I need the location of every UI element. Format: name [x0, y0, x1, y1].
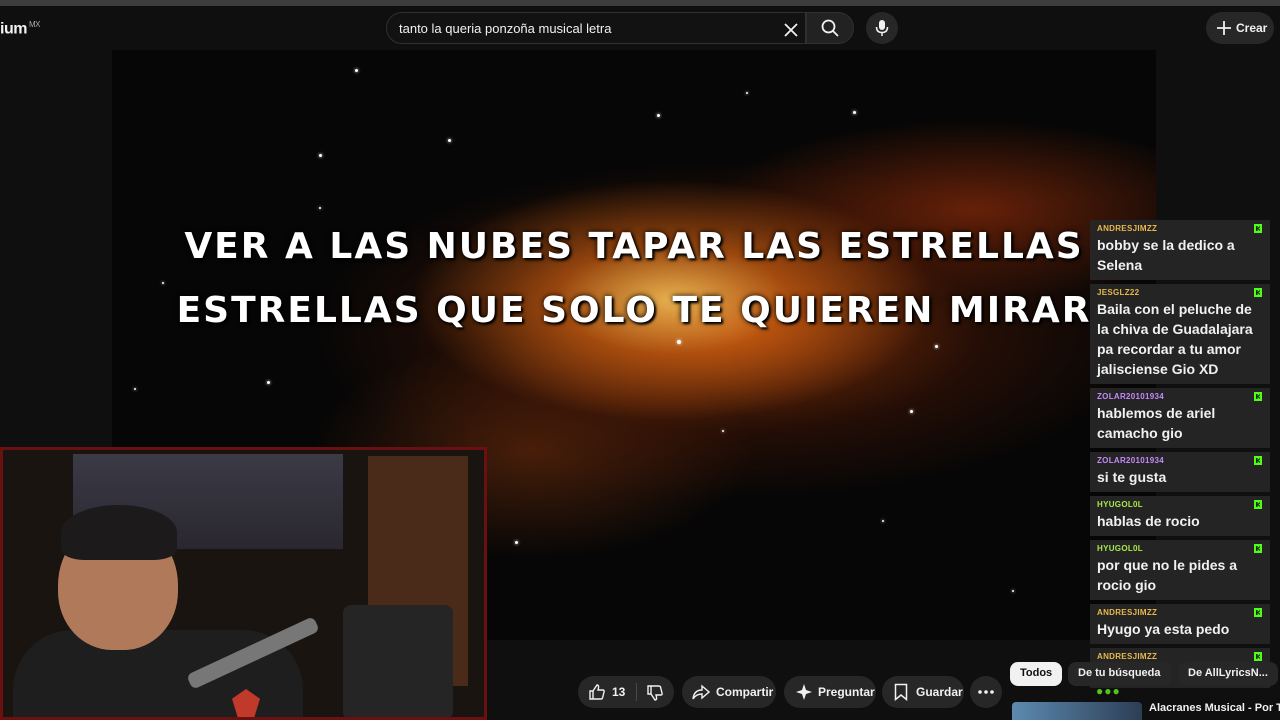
chat-username: HYUGOL0L [1097, 544, 1143, 553]
chat-text: por que no le pides a rocio gio [1097, 557, 1238, 593]
logo-text: ium [0, 20, 27, 38]
close-icon [784, 23, 798, 37]
chip-from-channel[interactable]: De AllLyricsN... [1178, 662, 1278, 686]
recommendation-title[interactable]: Alacranes Musical - Por Tu [1149, 702, 1280, 714]
create-label: Crear [1236, 21, 1268, 35]
thumbs-up-icon [589, 684, 605, 700]
webcam-overlay [0, 447, 487, 720]
chat-text: Hyugo ya esta pedo [1097, 621, 1230, 637]
ask-label: Preguntar [818, 685, 875, 699]
logo-region: MX [28, 20, 41, 29]
search-icon [821, 19, 839, 37]
more-actions-button[interactable] [970, 676, 1002, 708]
recommendation-thumbnail[interactable] [1012, 702, 1142, 720]
chat-message: HYUGOL0L por que no le pides a rocio gio [1090, 540, 1270, 600]
thumbs-down-icon [647, 685, 663, 701]
chat-overlay: ANDRESJIMZZ bobby se la dedico a Selena … [1090, 220, 1270, 720]
chat-message: ZOLAR20101934 hablemos de ariel camacho … [1090, 388, 1270, 448]
kick-badge-icon [1254, 544, 1262, 553]
bookmark-icon [894, 683, 908, 701]
chat-message: ANDRESJIMZZ Hyugo ya esta pedo [1090, 604, 1270, 644]
create-button[interactable]: Crear [1206, 12, 1274, 44]
chat-username: ANDRESJIMZZ [1097, 608, 1158, 617]
chat-message: ZOLAR20101934 si te gusta [1090, 452, 1270, 492]
streamer-hair [61, 505, 177, 560]
kick-badge-icon [1254, 608, 1262, 617]
share-icon [692, 684, 710, 700]
kick-badge-icon [1254, 456, 1262, 465]
chat-username: ANDRESJIMZZ [1097, 224, 1158, 233]
chat-username: ZOLAR20101934 [1097, 392, 1165, 401]
share-label: Compartir [716, 685, 774, 699]
chip-from-search[interactable]: De tu búsqueda [1068, 662, 1171, 686]
chat-message: HYUGOL0L hablas de rocio [1090, 496, 1270, 536]
logo[interactable]: ium MX [0, 20, 40, 38]
chat-text: hablas de rocio [1097, 513, 1200, 529]
like-count: 13 [612, 685, 626, 699]
kick-badge-icon [1254, 652, 1262, 661]
chat-username: ZOLAR20101934 [1097, 456, 1165, 465]
dislike-button[interactable] [638, 676, 674, 708]
kick-badge-icon [1254, 288, 1262, 297]
chat-message: ANDRESJIMZZ bobby se la dedico a Selena [1090, 220, 1270, 280]
search-input[interactable]: tanto la queria ponzoña musical letra [399, 21, 611, 36]
like-dislike-group: 13 [578, 676, 674, 708]
chat-text: Baila con el peluche de la chiva de Guad… [1097, 301, 1253, 377]
save-label: Guardar [916, 685, 963, 699]
kick-badge-icon [1254, 500, 1262, 509]
lyric-line-1: VER A LAS NUBES TAPAR LAS ESTRELLAS [184, 226, 1084, 267]
kick-badge-icon [1254, 224, 1262, 233]
plus-icon [1217, 21, 1231, 35]
search-button[interactable] [806, 12, 854, 44]
search-box[interactable]: tanto la queria ponzoña musical letra [386, 12, 806, 44]
clear-search-button[interactable] [776, 15, 806, 45]
chat-text: hablemos de ariel camacho gio [1097, 405, 1216, 441]
share-button[interactable]: Compartir [682, 676, 776, 708]
chat-text: bobby se la dedico a Selena [1097, 237, 1235, 273]
chat-username: ANDRESJIMZZ [1097, 652, 1158, 661]
background-chair [343, 605, 453, 717]
save-button[interactable]: Guardar [882, 676, 964, 708]
sparkle-icon [796, 684, 812, 700]
chat-username: HYUGOL0L [1097, 500, 1143, 509]
chip-all[interactable]: Todos [1010, 662, 1063, 686]
like-button[interactable]: 13 [578, 676, 636, 708]
ask-button[interactable]: Preguntar [784, 676, 876, 708]
more-horizontal-icon [978, 690, 994, 694]
top-bar: ium MX tanto la queria ponzoña musical le… [0, 6, 1280, 50]
lyric-line-2: ESTRELLAS QUE SOLO TE QUIEREN MIRAR [176, 290, 1092, 331]
chat-text: si te gusta [1097, 469, 1167, 485]
divider [636, 683, 637, 701]
kick-badge-icon [1254, 392, 1262, 401]
microphone-icon [875, 20, 889, 36]
voice-search-button[interactable] [866, 12, 898, 44]
chat-username: JESGLZ22 [1097, 288, 1140, 297]
chat-emotes: ●●● [1096, 684, 1121, 698]
chat-message: JESGLZ22 Baila con el peluche de la chiv… [1090, 284, 1270, 384]
